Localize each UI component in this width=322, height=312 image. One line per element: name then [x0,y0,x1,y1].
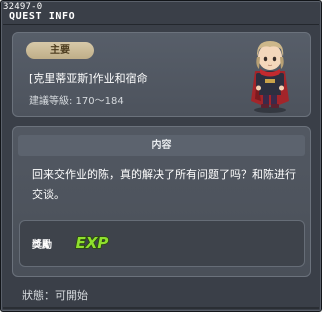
title-divider [3,24,319,25]
quest-type-badge: 主要 [26,42,94,59]
bottom-divider [3,307,319,309]
quest-header-panel: 主要 [克里蒂亚斯]作业和宿命 建議等級: 170～184 [12,32,311,117]
quest-content-panel: 内容 回来交作业的陈，真的解决了所有问题了吗？和陈进行交谈。 獎勵 EXP [12,126,311,277]
quest-description: 回来交作业的陈，真的解决了所有问题了吗？和陈进行交谈。 [32,168,296,201]
quest-name: [克里蒂亚斯]作业和宿命 [29,72,148,85]
quest-info-window: 32497-0 QUEST INFO 主要 [克里蒂亚斯]作业和宿命 建議等級:… [0,0,322,312]
exp-icon: EXP [75,233,109,253]
content-section-title: 内容 [18,135,305,156]
exp-text: EXP [76,234,109,252]
quest-status: 狀態：可開始 [22,289,88,302]
window-title: QUEST INFO [9,11,76,22]
npc-portrait-icon [251,41,289,113]
reward-label: 獎勵 [32,240,52,251]
reward-box: 獎勵 EXP [19,220,305,267]
recommended-level: 建議等級: 170～184 [29,96,124,107]
